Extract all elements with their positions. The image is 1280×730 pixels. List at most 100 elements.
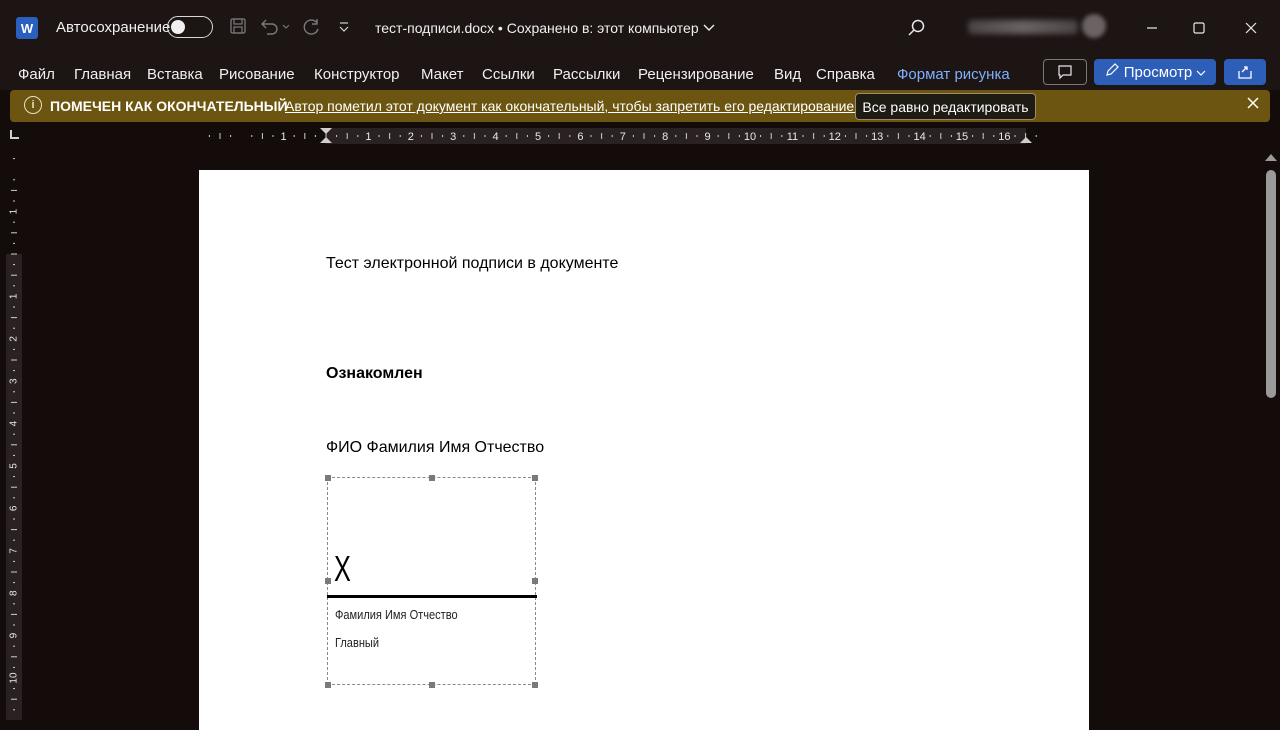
undo-icon[interactable] [259, 17, 290, 40]
ruler-label: 2 [9, 336, 20, 342]
signature-line [327, 595, 537, 598]
tab-help[interactable]: Справка [816, 66, 875, 83]
ruler-tick [855, 133, 857, 139]
tab-review[interactable]: Рецензирование [638, 66, 754, 83]
ruler-tick [13, 497, 15, 499]
tab-selector-icon[interactable] [10, 130, 19, 139]
ruler-tick [781, 135, 783, 137]
customize-toolbar-icon[interactable] [338, 19, 350, 39]
ruler-label: 7 [9, 548, 20, 554]
ruler-tick [304, 133, 306, 139]
tab-design[interactable]: Конструктор [314, 66, 400, 83]
minimize-icon[interactable] [1140, 16, 1164, 40]
ruler-tick [13, 370, 15, 372]
ruler-tick [654, 135, 656, 137]
document-title[interactable]: тест-подписи.docx • Сохранено в: этот ко… [375, 20, 715, 36]
ruler-tick [13, 412, 15, 414]
infobar-message[interactable]: Автор пометил этот документ как окончате… [285, 98, 858, 114]
ruler-label: 11 [787, 131, 798, 143]
avatar[interactable] [1082, 14, 1106, 38]
horizontal-ruler-scale[interactable]: 1 1 2 3 4 5 6 7 8 9 10 11 12 13 14 15 16 [196, 128, 1081, 144]
redo-icon[interactable] [302, 17, 322, 42]
ruler-tick [866, 135, 868, 137]
ruler-tick [13, 666, 15, 668]
resize-handle[interactable] [325, 578, 331, 584]
tab-file[interactable]: Файл [18, 66, 55, 83]
tab-home[interactable]: Главная [74, 66, 131, 83]
ruler-tick [13, 582, 15, 584]
ruler-tick [717, 135, 719, 137]
share-button[interactable] [1224, 59, 1266, 85]
ruler-tick [770, 133, 772, 139]
autosave-toggle[interactable] [167, 16, 213, 38]
ruler-tick [13, 560, 15, 562]
ruler-label: 6 [9, 505, 20, 511]
ruler-tick [13, 179, 15, 181]
ruler-tick [484, 135, 486, 137]
ruler-tick [897, 133, 899, 139]
user-name-blurred[interactable] [968, 20, 1078, 34]
edit-anyway-button[interactable]: Все равно редактировать [855, 93, 1036, 120]
document-heading-line: Тест электронной подписи в документе [326, 255, 619, 272]
tab-picture-format[interactable]: Формат рисунка [897, 66, 1010, 83]
vertical-ruler[interactable]: 1 1 2 3 4 5 6 7 8 9 10 [0, 150, 28, 720]
tab-layout[interactable]: Макет [421, 66, 463, 83]
tab-insert[interactable]: Вставка [147, 66, 203, 83]
ruler-label: 9 [705, 131, 711, 143]
ruler-tick [13, 433, 15, 435]
tab-draw[interactable]: Рисование [219, 66, 295, 83]
ruler-tick [11, 317, 17, 319]
tab-mailings[interactable]: Рассылки [553, 66, 620, 83]
ruler-tick [526, 135, 528, 137]
ruler-tick [558, 133, 560, 139]
ruler-tick [336, 135, 338, 137]
ruler-tick [611, 135, 613, 137]
resize-handle[interactable] [429, 682, 435, 688]
ruler-tick [813, 133, 815, 139]
ruler-tick [1035, 135, 1037, 137]
ruler-tick [685, 133, 687, 139]
ruler-tick [505, 135, 507, 137]
maximize-icon[interactable] [1187, 16, 1211, 40]
comments-button[interactable] [1043, 59, 1087, 85]
ruler-label: 3 [450, 131, 456, 143]
ruler-tick [11, 359, 17, 361]
ruler-tick [13, 242, 15, 244]
save-icon[interactable] [229, 17, 247, 40]
resize-handle[interactable] [532, 475, 538, 481]
ruler-tick [13, 221, 15, 223]
ruler-tick [13, 709, 15, 711]
scrollbar-thumb[interactable] [1266, 170, 1276, 398]
signature-line-object[interactable] [327, 477, 536, 685]
ruler-tick [11, 274, 17, 276]
resize-handle[interactable] [532, 682, 538, 688]
ruler-tick [643, 133, 645, 139]
ruler-label: 8 [662, 131, 668, 143]
ruler-tick [11, 444, 17, 446]
resize-handle[interactable] [325, 475, 331, 481]
ruler-tick [760, 135, 762, 137]
ruler-tick [940, 133, 942, 139]
resize-handle[interactable] [429, 475, 435, 481]
ruler-tick [13, 391, 15, 393]
ruler-tick [11, 232, 17, 234]
ruler-tick [13, 158, 15, 160]
tab-view[interactable]: Вид [774, 66, 801, 83]
ruler-tick [346, 133, 348, 139]
resize-handle[interactable] [325, 682, 331, 688]
search-icon[interactable] [905, 16, 929, 40]
ruler-tick [728, 133, 730, 139]
ruler-label: 3 [9, 378, 20, 384]
tab-references[interactable]: Ссылки [482, 66, 535, 83]
close-icon[interactable] [1239, 16, 1263, 40]
ruler-tick [11, 613, 17, 615]
ruler-label: 5 [535, 131, 541, 143]
view-mode-button[interactable]: Просмотр [1094, 59, 1216, 85]
close-icon[interactable] [1244, 96, 1262, 114]
ruler-tick [950, 135, 952, 137]
ruler-tick [13, 476, 15, 478]
resize-handle[interactable] [532, 578, 538, 584]
scroll-up-arrow-icon[interactable] [1265, 154, 1277, 161]
ruler-tick [13, 327, 15, 329]
ruler-label: 1 [9, 208, 20, 214]
